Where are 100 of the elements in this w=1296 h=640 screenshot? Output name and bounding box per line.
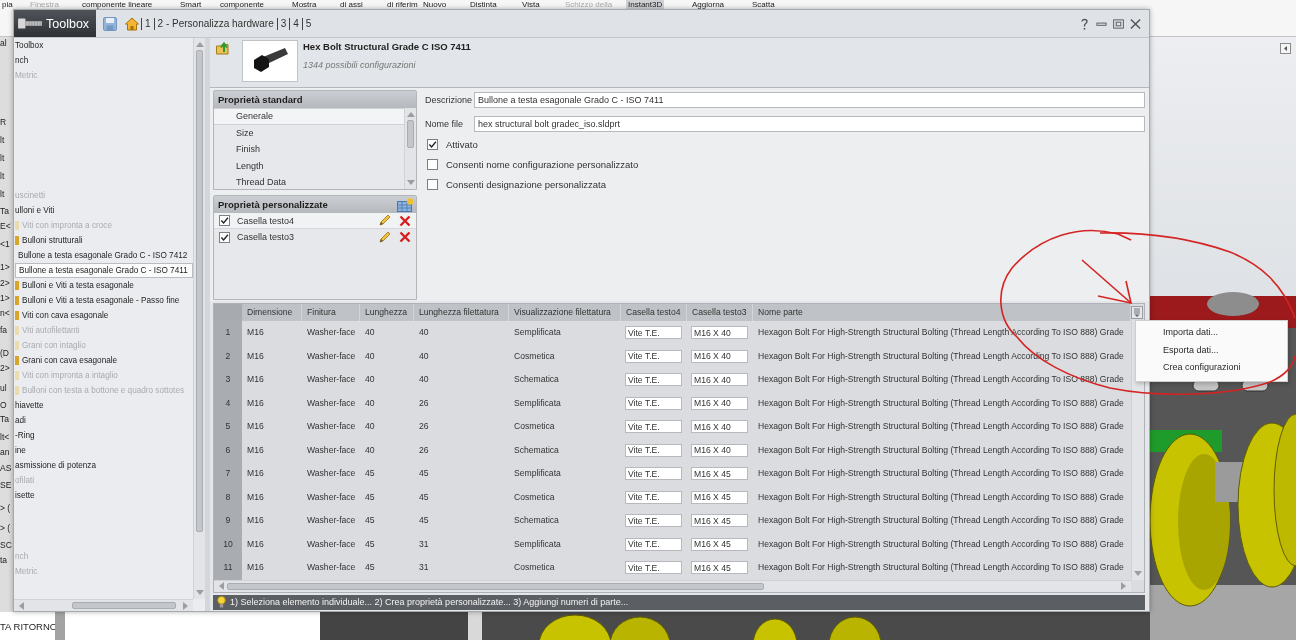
caret-up-icon[interactable] [195,41,204,47]
pencil-icon[interactable] [378,230,391,244]
property-item[interactable]: Length [214,157,404,174]
tree-item[interactable]: Bulloni e Viti a testa esagonale - Passo fine [15,293,193,308]
breadcrumb-step[interactable]: 2 - Personalizza hardware [153,17,277,30]
caret-down-icon[interactable] [195,590,204,596]
save-icon[interactable] [103,16,117,31]
text-field[interactable]: M16 X 45 [691,490,748,504]
tree-item[interactable]: hiavette [15,398,193,413]
text-field[interactable]: Vite T.E. [625,420,682,434]
tree-item[interactable]: Toolbox [15,38,193,53]
caret-left-icon[interactable] [218,582,224,590]
text-field[interactable]: M16 X 45 [691,467,748,481]
row-number[interactable]: 7 [214,462,242,486]
ribbon-command[interactable]: componente [218,0,267,9]
caret-up-icon[interactable] [406,111,415,117]
checkbox[interactable] [219,231,230,243]
tree-item[interactable]: nch [15,53,193,68]
ribbon-command[interactable]: Scatta [750,0,777,9]
menu-icon[interactable] [1131,306,1143,319]
text-field[interactable]: Vite T.E. [625,490,682,504]
row-number[interactable]: 3 [214,368,242,392]
ribbon-command[interactable]: Smart [178,0,204,9]
breadcrumb-step[interactable]: 4 [289,17,302,30]
column-header[interactable]: Casella testo3 [687,304,753,321]
vertical-scrollbar[interactable] [193,38,205,599]
text-field[interactable]: M16 X 40 [691,420,748,434]
custom-property-row[interactable]: Casella testo3 [214,229,416,245]
tree-item[interactable]: Bulloni e Viti a testa esagonale [15,278,193,293]
text-field[interactable]: Vite T.E. [625,373,682,387]
text-field[interactable]: M16 X 45 [691,537,748,551]
text-field[interactable]: Vite T.E. [625,514,682,528]
breadcrumb-step[interactable]: 3 [276,17,290,30]
property-item[interactable]: Generale [214,108,404,125]
text-field[interactable]: Bullone a testa esagonale Grado C - ISO 7411 [474,92,1145,108]
text-field[interactable]: Vite T.E. [625,537,682,551]
row-number[interactable]: 6 [214,438,242,462]
scrollbar-thumb[interactable] [227,582,764,590]
row-number[interactable]: 2 [214,344,242,368]
tree-item[interactable]: Viti con cava esagonale [15,308,193,323]
ribbon-command[interactable]: Aggiorna [690,0,727,9]
text-field[interactable]: Vite T.E. [625,561,682,575]
text-field[interactable]: M16 X 45 [691,561,748,575]
tree-item[interactable]: Bullone a testa esagonale Grado C - ISO 7412 [15,248,193,263]
text-field[interactable]: M16 X 45 [691,514,748,528]
text-field[interactable]: Vite T.E. [625,326,682,340]
tree-item[interactable]: -Ring [15,428,193,443]
pencil-icon[interactable] [378,214,391,227]
text-field[interactable]: Vite T.E. [625,467,682,481]
home-icon[interactable] [125,16,139,31]
tree-item[interactable]: isette [15,488,193,503]
text-field[interactable]: hex structural bolt gradec_iso.sldprt [474,116,1145,132]
scrollbar-thumb[interactable] [196,50,203,532]
breadcrumb-step[interactable]: 5 [301,17,315,30]
caret-down-icon[interactable] [1134,570,1142,577]
close-icon[interactable] [1130,17,1141,30]
text-field[interactable]: Vite T.E. [625,443,682,457]
checkbox[interactable] [219,215,230,226]
checkbox[interactable] [427,138,438,150]
row-number[interactable]: 9 [214,509,242,533]
column-header[interactable]: Finitura [302,304,360,321]
ribbon-command[interactable]: pia [0,0,15,9]
horizontal-scrollbar[interactable] [214,579,1131,592]
ribbon-command[interactable]: componente lineare [80,0,155,9]
menu-item[interactable]: Importa dati... [1136,324,1287,342]
help-icon[interactable] [1079,17,1090,30]
row-number[interactable]: 1 [214,321,242,345]
caret-down-icon[interactable] [406,180,415,186]
column-header[interactable]: Lunghezza [360,304,414,321]
scrollbar-thumb[interactable] [407,120,414,148]
ribbon-command[interactable]: Mostra [290,0,319,9]
cross-icon[interactable] [399,231,411,243]
tree-item[interactable]: ine [15,443,193,458]
row-number[interactable]: 5 [214,415,242,439]
tree-item[interactable]: ulloni e Viti [15,203,193,218]
cross-icon[interactable] [399,214,411,227]
text-field[interactable]: M16 X 40 [691,373,748,387]
horizontal-scrollbar[interactable] [14,599,193,611]
menu-item[interactable]: Crea configurazioni [1136,359,1287,377]
text-field[interactable]: M16 X 40 [691,396,748,410]
caret-right-icon[interactable] [183,601,189,610]
custom-property-row[interactable]: Casella testo4 [214,213,416,229]
column-header[interactable]: Visualizzazione filettatura [509,304,621,321]
folder-up-icon[interactable] [216,41,230,55]
scrollbar-thumb[interactable] [72,602,176,609]
ribbon-command[interactable]: Vista [520,0,542,9]
text-field[interactable]: Vite T.E. [625,396,682,410]
caret-right-icon[interactable] [1121,582,1127,590]
property-item[interactable]: Thread Data [214,174,404,191]
row-number[interactable]: 10 [214,532,242,556]
text-field[interactable]: M16 X 40 [691,443,748,457]
restore-icon[interactable] [1113,17,1124,30]
ribbon-command[interactable]: di riferim [385,0,420,9]
tree-item[interactable]: Grani con cava esagonale [15,353,193,368]
ribbon-command[interactable]: di assi [338,0,365,9]
caret-left-icon[interactable] [18,601,24,610]
row-number[interactable]: 8 [214,485,242,509]
ribbon-command[interactable]: Nuovo [421,0,449,9]
row-number[interactable]: 4 [214,391,242,415]
property-item[interactable]: Finish [214,141,404,158]
